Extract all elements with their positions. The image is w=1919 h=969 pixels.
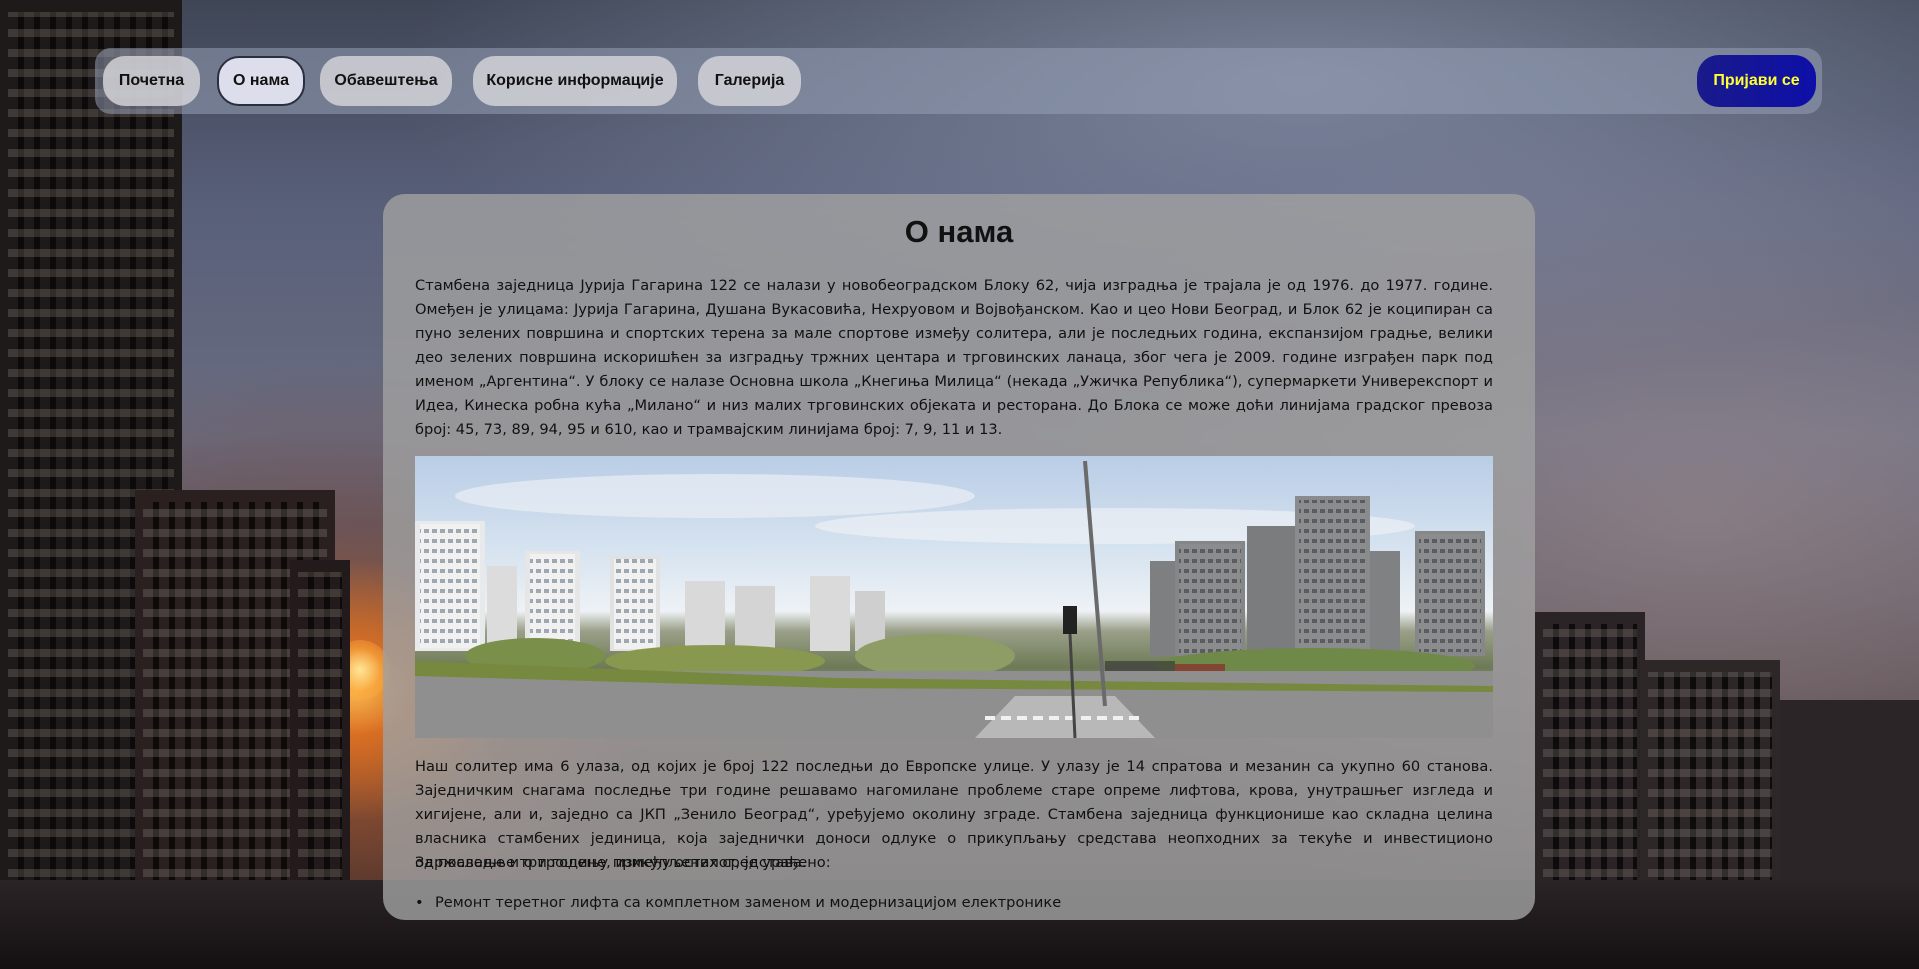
done-intro-paragraph: За последње три године, између осталог, … — [415, 854, 831, 871]
nav-item-home[interactable]: Почетна — [103, 56, 200, 106]
intro-paragraph: Стамбена заједница Јурија Гагарина 122 с… — [415, 277, 1493, 438]
page-title: О нама — [904, 214, 1014, 249]
nav-item-gallery[interactable]: Галерија — [698, 56, 801, 106]
content-card: О нама Стамбена заједница Јурија Гагарин… — [383, 194, 1535, 920]
login-button[interactable]: Пријави се — [1697, 55, 1816, 107]
panorama-photo — [415, 456, 1493, 738]
nav-item-useful-info[interactable]: Корисне информације — [473, 56, 677, 106]
nav-item-about[interactable]: О нама — [217, 56, 305, 106]
list-item: Ремонт теретног лифта са комплетном заме… — [415, 894, 1061, 911]
nav-item-announcements[interactable]: Обавештења — [320, 56, 452, 106]
navbar: Почетна О нама Обавештења Корисне информ… — [95, 48, 1822, 114]
